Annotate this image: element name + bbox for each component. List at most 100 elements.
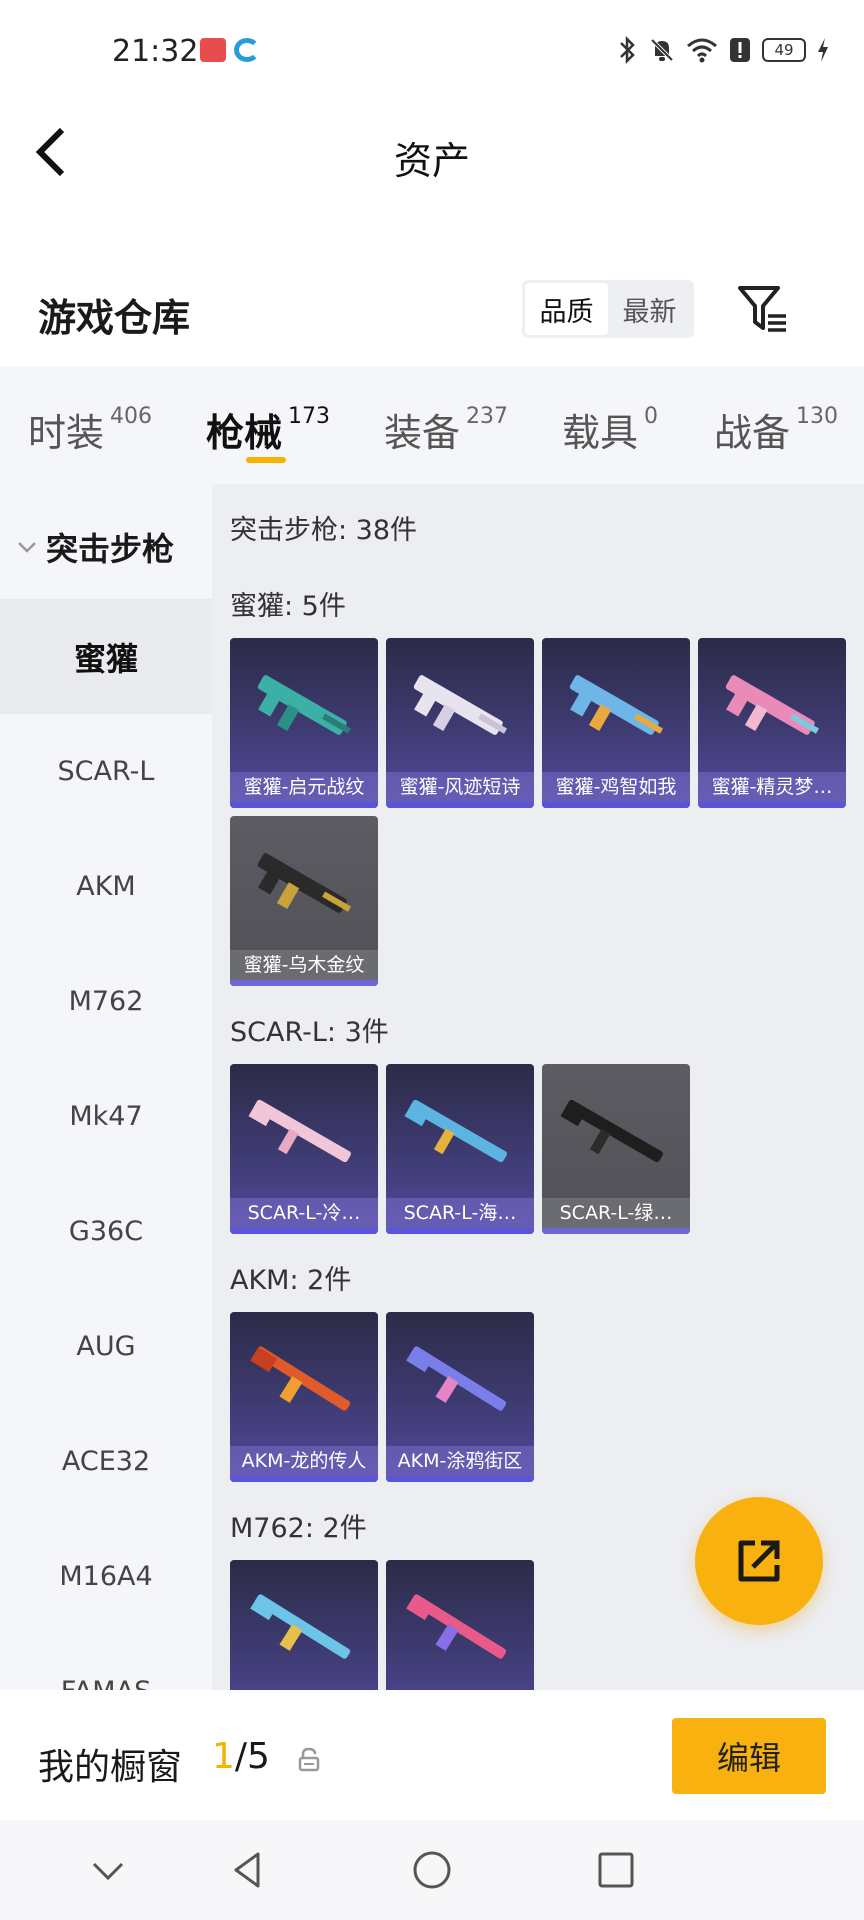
weapon-card-label: 蜜獾-乌木金纹 xyxy=(230,950,378,980)
rarity-bar xyxy=(386,1476,534,1482)
sidebar-item-ace32[interactable]: ACE32 xyxy=(0,1404,212,1519)
rarity-bar xyxy=(230,980,378,986)
section-summary: 突击步枪: 38件 xyxy=(230,515,418,546)
weapon-card-label: AKM-涂鸦街区 xyxy=(386,1446,534,1476)
filter-icon[interactable] xyxy=(736,284,792,336)
showcase-label: 我的橱窗 xyxy=(38,1747,183,1788)
weapon-thumbnail xyxy=(406,1346,507,1411)
weapon-card[interactable]: SCAR-L-冷… xyxy=(230,1064,378,1234)
rarity-bar xyxy=(542,1228,690,1234)
weapon-card[interactable]: 蜜獾-乌木金纹 xyxy=(230,816,378,986)
weapon-card-label: 蜜獾-鸡智如我 xyxy=(542,772,690,802)
weapon-card[interactable]: AKM-龙的传人 xyxy=(230,1312,378,1482)
tab-count: 406 xyxy=(110,404,153,429)
status-time: 21:32 xyxy=(112,34,199,69)
warehouse-title: 游戏仓库 xyxy=(38,296,191,340)
tab-label: 战备 xyxy=(714,411,791,455)
sidebar-item-akm[interactable]: AKM xyxy=(0,829,212,944)
weapon-card[interactable] xyxy=(230,1560,378,1690)
chevron-down-icon[interactable] xyxy=(84,1846,132,1894)
tab-firearms[interactable]: 枪械 173 xyxy=(206,402,330,457)
rarity-bar xyxy=(230,1228,378,1234)
tab-count: 130 xyxy=(796,404,839,429)
sidebar-item-aug[interactable]: AUG xyxy=(0,1289,212,1404)
sort-newest-button[interactable]: 最新 xyxy=(608,283,691,335)
weapon-thumbnail xyxy=(725,675,820,735)
sidebar-item-m16a4[interactable]: M16A4 xyxy=(0,1519,212,1634)
status-system-icons: 49 xyxy=(616,36,830,64)
share-icon xyxy=(738,1540,780,1582)
wifi-icon xyxy=(687,38,717,63)
sidebar-item-scar-l[interactable]: SCAR-L xyxy=(0,714,212,829)
weapon-card[interactable]: 蜜獾-风迹短诗 xyxy=(386,638,534,808)
weapon-card[interactable]: 蜜獾-鸡智如我 xyxy=(542,638,690,808)
bluetooth-icon xyxy=(620,36,635,64)
sort-toggle: 品质 最新 xyxy=(522,280,694,338)
section-title: AKM: 2件 xyxy=(230,1265,352,1296)
sidebar-item-m762[interactable]: M762 xyxy=(0,944,212,1059)
weapon-card-label: SCAR-L-绿… xyxy=(542,1198,690,1228)
tab-label: 装备 xyxy=(384,411,461,455)
weapon-card[interactable]: SCAR-L-海… xyxy=(386,1064,534,1234)
weapon-card-label: AKM-龙的传人 xyxy=(230,1446,378,1476)
sidebar-item-famas[interactable]: FAMAS xyxy=(0,1634,212,1690)
tab-fashion[interactable]: 时装 406 xyxy=(28,402,152,457)
header: 资产 xyxy=(0,100,864,210)
share-fab-button[interactable] xyxy=(695,1497,823,1625)
rarity-bar xyxy=(230,1476,378,1482)
weapon-card[interactable]: 蜜獾-启元战纹 xyxy=(230,638,378,808)
sort-quality-button[interactable]: 品质 xyxy=(525,283,608,335)
app-notification-icon xyxy=(234,38,260,62)
charging-icon xyxy=(818,38,828,62)
weapon-thumbnail xyxy=(569,675,664,735)
edit-button[interactable]: 编辑 xyxy=(672,1718,826,1794)
rarity-bar xyxy=(542,802,690,808)
system-nav-bar xyxy=(0,1820,864,1920)
weapon-card[interactable]: AKM-涂鸦街区 xyxy=(386,1312,534,1482)
weapon-card[interactable]: SCAR-L-绿… xyxy=(542,1064,690,1234)
tab-count: 237 xyxy=(466,404,509,429)
active-tab-indicator xyxy=(246,457,286,463)
showcase-total: /5 xyxy=(234,1736,270,1777)
page-title: 资产 xyxy=(393,139,470,183)
weapon-card-label: SCAR-L-冷… xyxy=(230,1198,378,1228)
section-title: SCAR-L: 3件 xyxy=(230,1017,389,1048)
tab-label: 载具 xyxy=(562,411,639,455)
sidebar-category-label: 突击步枪 xyxy=(46,530,175,568)
weapon-card-label: 蜜獾-风迹短诗 xyxy=(386,772,534,802)
weapon-thumbnail xyxy=(257,675,352,735)
weapon-sidebar: 突击步枪 蜜獾 SCAR-L AKM M762 Mk47 G36C AUG AC… xyxy=(0,484,212,1690)
mute-bell-icon xyxy=(650,38,674,62)
status-notification-icons xyxy=(200,38,260,62)
tab-label: 枪械 xyxy=(206,411,283,455)
weapon-card[interactable]: 蜜獾-精灵梦… xyxy=(698,638,846,808)
sidebar-item-g36c[interactable]: G36C xyxy=(0,1174,212,1289)
tab-equipment[interactable]: 装备 237 xyxy=(384,402,508,457)
sidebar-item-mk47[interactable]: Mk47 xyxy=(0,1059,212,1174)
nav-home-icon[interactable] xyxy=(408,1846,456,1894)
tab-count: 0 xyxy=(644,404,659,429)
weapon-thumbnail xyxy=(250,1346,351,1411)
app-notification-icon xyxy=(200,38,226,62)
tab-count: 173 xyxy=(288,404,331,429)
tab-supplies[interactable]: 战备 130 xyxy=(714,402,838,457)
showcase-bar: 我的橱窗 1/5 编辑 xyxy=(0,1690,864,1820)
sidebar-item-honey-badger[interactable]: 蜜獾 xyxy=(0,599,212,714)
rarity-bar xyxy=(386,802,534,808)
weapon-card[interactable] xyxy=(386,1560,534,1690)
weapon-card-label: 蜜獾-启元战纹 xyxy=(230,772,378,802)
weapon-card-label: SCAR-L-海… xyxy=(386,1198,534,1228)
section-title: M762: 2件 xyxy=(230,1513,367,1544)
weapon-thumbnail xyxy=(248,1099,351,1163)
battery-indicator: 49 xyxy=(762,38,806,62)
rarity-bar xyxy=(698,802,846,808)
nav-back-icon[interactable] xyxy=(224,1846,272,1894)
alert-icon xyxy=(730,38,750,62)
nav-recents-icon[interactable] xyxy=(592,1846,640,1894)
rarity-bar xyxy=(230,802,378,808)
weapon-thumbnail xyxy=(250,1594,351,1659)
tab-vehicles[interactable]: 载具 0 xyxy=(562,402,658,457)
showcase-current: 1 xyxy=(212,1736,235,1777)
weapon-thumbnail xyxy=(404,1099,507,1163)
sidebar-category-assault-rifles[interactable]: 突击步枪 xyxy=(16,524,174,570)
